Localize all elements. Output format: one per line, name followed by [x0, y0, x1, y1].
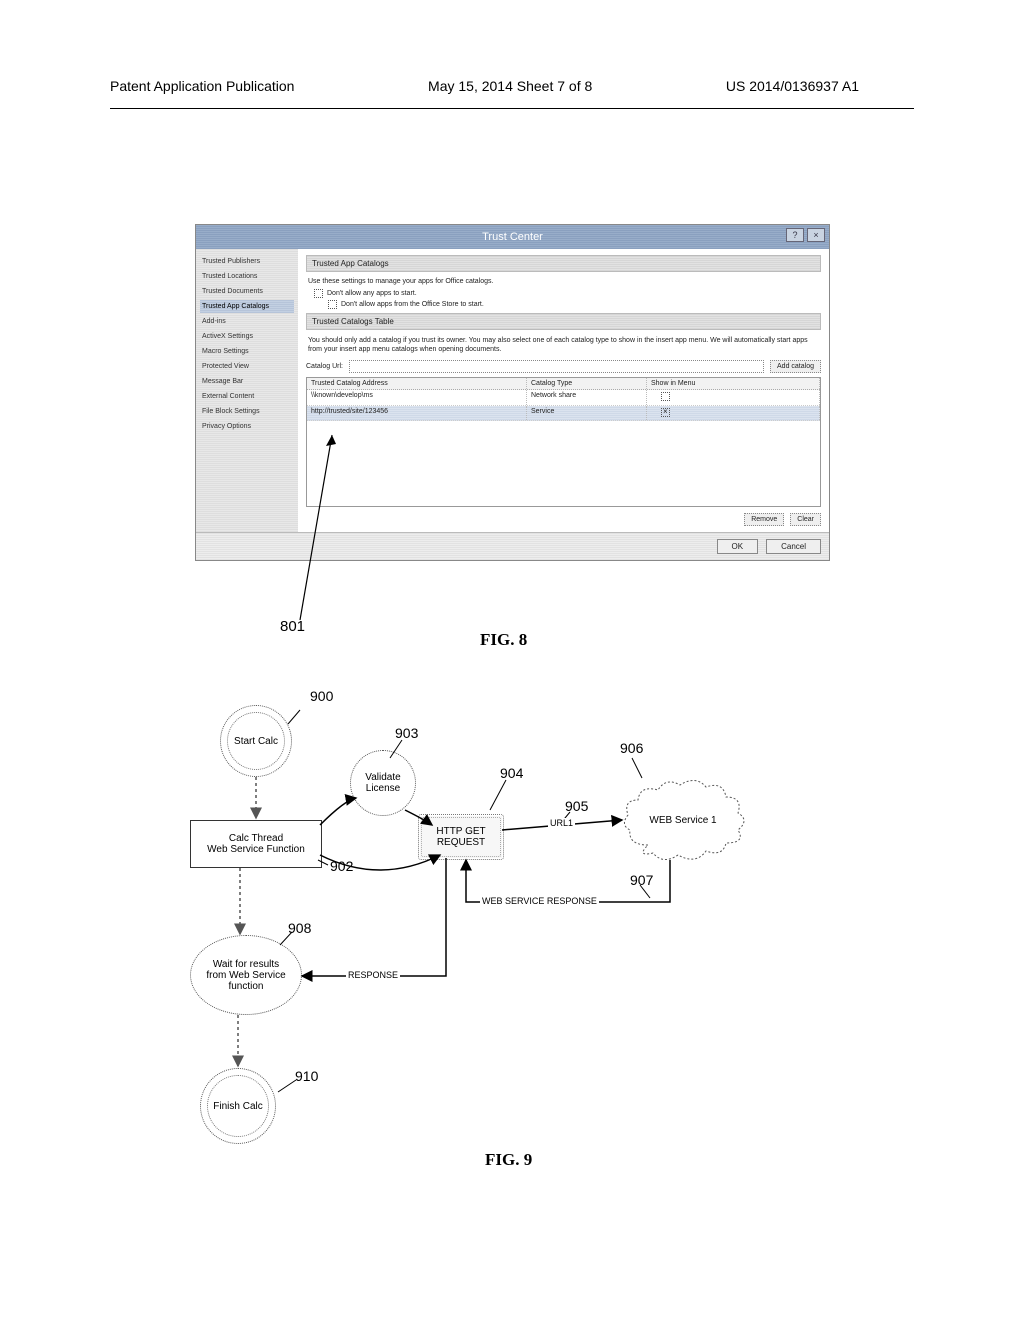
section1-desc: Use these settings to manage your apps f…	[308, 278, 821, 285]
ref-908: 908	[288, 920, 311, 936]
ref-902: 902	[330, 858, 353, 874]
row-type: Service	[527, 406, 647, 420]
checkbox-dont-allow-store-apps[interactable]	[328, 300, 337, 309]
checkbox-label-dont-allow-store-apps: Don't allow apps from the Office Store t…	[341, 301, 484, 308]
sidebar-item-addins[interactable]: Add-ins	[200, 315, 294, 328]
section2-desc: You should only add a catalog if you tru…	[308, 336, 819, 354]
row-address: http://trusted/site/123456	[307, 406, 527, 420]
sidebar-item-macro-settings[interactable]: Macro Settings	[200, 345, 294, 358]
trusted-catalogs-table: Trusted Catalog Address Catalog Type Sho…	[306, 377, 821, 507]
node-validate-license: Validate License	[350, 750, 416, 816]
fig8-caption: FIG. 8	[480, 630, 527, 650]
ref-907: 907	[630, 872, 653, 888]
sidebar-item-trusted-app-catalogs[interactable]: Trusted App Catalogs	[200, 300, 294, 313]
header-right: US 2014/0136937 A1	[726, 78, 859, 94]
section-heading-trusted-app-catalogs: Trusted App Catalogs	[306, 255, 821, 272]
node-finish-calc: Finish Calc	[200, 1068, 276, 1144]
fig9-caption: FIG. 9	[485, 1150, 532, 1170]
dialog-title-bar: Trust Center ? ×	[196, 225, 829, 249]
row-show-checkbox[interactable]	[661, 408, 670, 417]
trust-center-sidebar: Trusted Publishers Trusted Locations Tru…	[196, 249, 298, 532]
dialog-title: Trust Center	[482, 231, 543, 243]
cancel-button[interactable]: Cancel	[766, 539, 821, 554]
sidebar-item-privacy-options[interactable]: Privacy Options	[200, 420, 294, 433]
table-row[interactable]: \\known\develop\ms Network share	[307, 390, 820, 406]
remove-button[interactable]: Remove	[744, 513, 784, 526]
edge-label-url1: URL1	[548, 818, 575, 828]
col-show-in-menu: Show in Menu	[647, 378, 820, 389]
node-web-service: WEB Service 1	[618, 775, 748, 865]
sidebar-item-file-block-settings[interactable]: File Block Settings	[200, 405, 294, 418]
close-button[interactable]: ×	[807, 228, 825, 242]
add-catalog-button[interactable]: Add catalog	[770, 360, 821, 373]
ref-910: 910	[295, 1068, 318, 1084]
row-type: Network share	[527, 390, 647, 405]
help-button[interactable]: ?	[786, 228, 804, 242]
sidebar-item-trusted-locations[interactable]: Trusted Locations	[200, 270, 294, 283]
node-wait-results: Wait for results from Web Service functi…	[190, 935, 302, 1015]
sidebar-item-message-bar[interactable]: Message Bar	[200, 375, 294, 388]
ref-906: 906	[620, 740, 643, 756]
page-header: Patent Application Publication May 15, 2…	[0, 0, 1024, 104]
checkbox-label-dont-allow-apps: Don't allow any apps to start.	[327, 290, 417, 297]
sidebar-item-external-content[interactable]: External Content	[200, 390, 294, 403]
catalog-url-input[interactable]	[349, 360, 764, 373]
node-calc-thread: Calc Thread Web Service Function	[190, 820, 322, 868]
sidebar-item-trusted-publishers[interactable]: Trusted Publishers	[200, 255, 294, 268]
edge-label-response: RESPONSE	[346, 970, 400, 980]
ref-903: 903	[395, 725, 418, 741]
ref-905: 905	[565, 798, 588, 814]
fig9-flowchart: Start Calc Calc Thread Web Service Funct…	[170, 680, 850, 1160]
sidebar-item-activex-settings[interactable]: ActiveX Settings	[200, 330, 294, 343]
edge-label-web-response: WEB SERVICE RESPONSE	[480, 896, 599, 906]
fig8-trust-center-dialog: Trust Center ? × Trusted Publishers Trus…	[195, 224, 830, 561]
row-address: \\known\develop\ms	[307, 390, 527, 405]
clear-button[interactable]: Clear	[790, 513, 821, 526]
col-address: Trusted Catalog Address	[307, 378, 527, 389]
ref-904: 904	[500, 765, 523, 781]
ref-900: 900	[310, 688, 333, 704]
node-start-calc: Start Calc	[220, 705, 292, 777]
sidebar-item-trusted-documents[interactable]: Trusted Documents	[200, 285, 294, 298]
sidebar-item-protected-view[interactable]: Protected View	[200, 360, 294, 373]
checkbox-dont-allow-apps[interactable]	[314, 289, 323, 298]
ok-button[interactable]: OK	[717, 539, 759, 554]
row-show-checkbox[interactable]	[661, 392, 670, 401]
header-rule	[110, 108, 914, 109]
node-http-get-request: HTTP GET REQUEST	[420, 816, 502, 858]
col-type: Catalog Type	[527, 378, 647, 389]
fig8-ref-801: 801	[280, 618, 305, 635]
header-left: Patent Application Publication	[110, 78, 294, 94]
catalog-url-label: Catalog Url:	[306, 363, 343, 370]
section-heading-trusted-catalogs-table: Trusted Catalogs Table	[306, 313, 821, 330]
table-row[interactable]: http://trusted/site/123456 Service	[307, 406, 820, 421]
header-center: May 15, 2014 Sheet 7 of 8	[428, 78, 592, 94]
